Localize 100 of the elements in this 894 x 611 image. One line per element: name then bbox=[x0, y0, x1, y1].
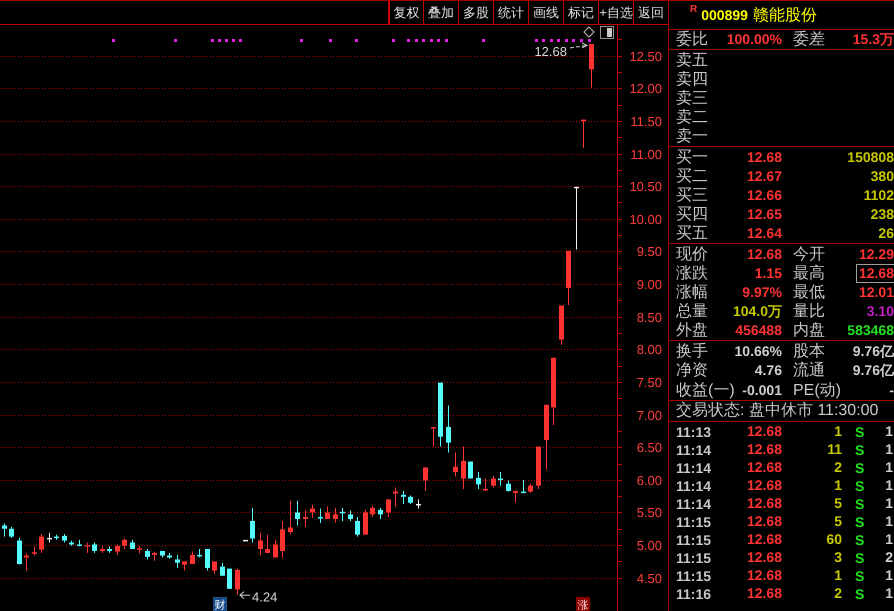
bid-price: 12.67 bbox=[746, 168, 782, 185]
candlestick bbox=[423, 466, 428, 492]
price-axis-label: 7.50 bbox=[636, 375, 662, 390]
stat-value: - bbox=[889, 382, 894, 399]
event-marker-icon bbox=[112, 39, 115, 42]
candlestick bbox=[416, 498, 421, 510]
trade-side: S bbox=[855, 496, 864, 512]
bid-level-label: 买二 bbox=[676, 167, 708, 186]
stat-label: 净资 bbox=[676, 361, 708, 380]
event-marker-icon bbox=[535, 39, 538, 42]
event-marker-icon bbox=[572, 39, 575, 42]
candlestick bbox=[115, 544, 120, 556]
ask-level-label: 卖二 bbox=[676, 108, 709, 127]
stat-label: 股本 bbox=[793, 342, 825, 362]
event-marker-icon bbox=[225, 39, 228, 42]
candlestick bbox=[182, 560, 187, 572]
candlestick bbox=[235, 568, 240, 596]
candlestick bbox=[491, 475, 496, 488]
stat-label: 流通 bbox=[793, 361, 825, 380]
bid-price: 12.68 bbox=[746, 149, 782, 166]
quote-label: 委比 bbox=[676, 30, 708, 49]
candlestick bbox=[581, 119, 586, 148]
trade-side: S bbox=[855, 532, 864, 548]
price-axis-label: 7.00 bbox=[636, 408, 662, 423]
bid-volume: 380 bbox=[870, 168, 894, 185]
stat-value: 12.29 bbox=[858, 246, 894, 263]
candlestick bbox=[295, 500, 300, 526]
diamond-icon[interactable] bbox=[583, 26, 595, 38]
trade-side: S bbox=[855, 442, 864, 458]
candlestick bbox=[212, 560, 217, 574]
stat-value: 12.68 bbox=[856, 265, 894, 282]
trade-cell: 1 bbox=[885, 585, 893, 602]
trade-volume: 11 bbox=[827, 441, 842, 458]
candlestick bbox=[122, 538, 127, 550]
stock-flag-label: R bbox=[690, 4, 698, 15]
trade-side: S bbox=[855, 586, 864, 602]
candlestick bbox=[476, 472, 481, 490]
stat-label: 现价 bbox=[676, 245, 708, 264]
quote-label: 委差 bbox=[793, 30, 825, 49]
candlestick bbox=[145, 548, 150, 560]
event-marker-icon bbox=[300, 39, 303, 42]
candlestick bbox=[137, 545, 142, 554]
candlestick bbox=[265, 534, 270, 554]
candlestick bbox=[348, 510, 353, 522]
bid-price: 12.66 bbox=[746, 187, 782, 204]
trade-cell: 1 bbox=[885, 477, 893, 494]
stat-label: 涨跌 bbox=[676, 264, 708, 283]
event-marker-icon bbox=[218, 39, 221, 42]
trade-price: 12.68 bbox=[746, 567, 782, 584]
candlestick bbox=[92, 542, 97, 554]
candlestick bbox=[47, 532, 52, 543]
stat-value: 3.10 bbox=[866, 303, 894, 320]
candlestick bbox=[85, 542, 90, 554]
candlestick bbox=[498, 472, 503, 486]
trade-volume: 2 bbox=[834, 585, 842, 602]
stat-label: 涨幅 bbox=[676, 283, 708, 302]
bid-volume: 1102 bbox=[864, 187, 894, 204]
trade-cell: 1 bbox=[885, 495, 893, 512]
trade-cell: 1 bbox=[885, 441, 893, 458]
toolbar-button[interactable]: +自选 bbox=[598, 1, 633, 24]
event-marker-icon bbox=[392, 39, 395, 42]
bid-volume: 238 bbox=[870, 206, 894, 223]
candlestick bbox=[438, 382, 443, 448]
trade-volume: 1 bbox=[834, 477, 842, 494]
candlestick bbox=[100, 546, 105, 554]
event-marker-icon bbox=[329, 39, 332, 42]
trading-status: 交易状态: 盘中休市 11:30:00 bbox=[676, 400, 878, 422]
high-price-label: 12.68 bbox=[534, 44, 567, 59]
trade-price: 12.68 bbox=[746, 459, 782, 476]
stat-value: 456488 bbox=[735, 322, 782, 339]
candlestick bbox=[513, 490, 518, 504]
candlestick bbox=[220, 562, 225, 576]
event-marker-icon bbox=[437, 39, 440, 42]
trade-volume: 2 bbox=[834, 459, 842, 476]
trade-cell: 1 bbox=[885, 459, 893, 476]
trade-volume: 60 bbox=[826, 531, 842, 548]
candlestick bbox=[393, 487, 398, 508]
stat-value: 1.15 bbox=[754, 265, 782, 282]
event-marker-icon bbox=[588, 39, 591, 42]
trade-volume: 5 bbox=[834, 513, 842, 530]
panel-toggle-icon[interactable] bbox=[600, 26, 614, 39]
stat-value: 12.68 bbox=[746, 246, 782, 263]
trade-volume: 1 bbox=[834, 423, 842, 440]
stat-value: 9.76亿 bbox=[852, 343, 894, 360]
event-marker-icon bbox=[542, 39, 545, 42]
candlestick bbox=[62, 534, 67, 543]
ask-level-label: 卖三 bbox=[676, 89, 709, 108]
trade-time: 11:16 bbox=[676, 586, 712, 602]
ask-level-label: 卖五 bbox=[676, 51, 709, 70]
candlestick bbox=[175, 554, 180, 568]
candlestick bbox=[536, 446, 541, 490]
stat-label: 收益(一) bbox=[676, 380, 735, 400]
candlestick bbox=[566, 250, 571, 306]
trade-cell: 1 bbox=[885, 513, 893, 530]
quote-value: 15.3万 bbox=[852, 31, 894, 48]
candlestick bbox=[227, 568, 232, 590]
candlestick bbox=[152, 551, 157, 562]
bid-level-label: 买三 bbox=[676, 186, 708, 205]
candlestick bbox=[401, 490, 406, 504]
trade-time: 11:14 bbox=[676, 478, 712, 494]
